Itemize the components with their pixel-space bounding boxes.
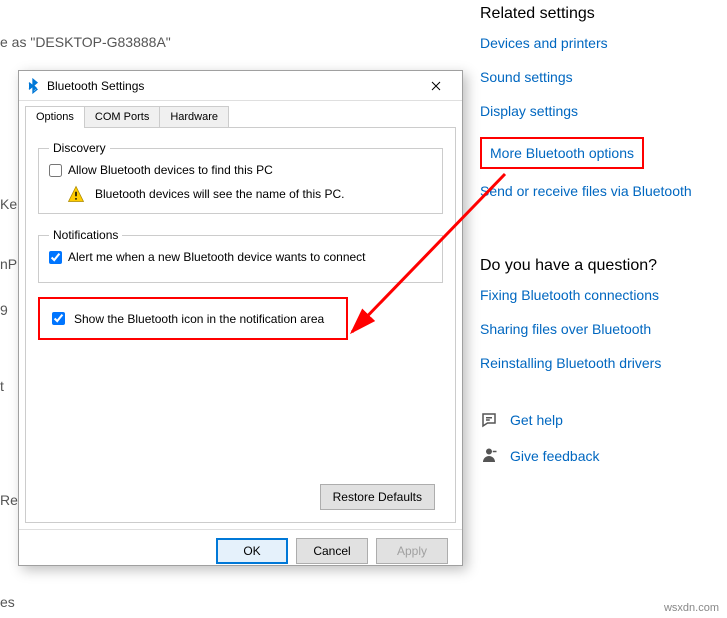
notifications-alert-label: Alert me when a new Bluetooth device wan… xyxy=(68,250,366,264)
bg-frag-es: es xyxy=(0,594,15,610)
get-help-label: Get help xyxy=(510,412,563,428)
discovery-info-text: Bluetooth devices will see the name of t… xyxy=(95,187,344,201)
settings-sidebar: Related settings Devices and printers So… xyxy=(480,5,720,483)
chat-icon xyxy=(480,411,498,429)
notifications-alert-checkbox[interactable] xyxy=(49,251,62,264)
tab-body-options: Discovery Allow Bluetooth devices to fin… xyxy=(25,127,456,523)
link-sharing-files-bluetooth[interactable]: Sharing files over Bluetooth xyxy=(480,321,720,337)
get-help-row[interactable]: Get help xyxy=(480,411,720,429)
tab-hardware[interactable]: Hardware xyxy=(159,106,229,127)
cancel-button[interactable]: Cancel xyxy=(296,538,368,564)
tabs: Options COM Ports Hardware xyxy=(25,106,456,128)
bg-frag-t: t xyxy=(0,378,4,394)
ok-button[interactable]: OK xyxy=(216,538,288,564)
question-heading: Do you have a question? xyxy=(480,257,720,275)
restore-defaults-button[interactable]: Restore Defaults xyxy=(320,484,435,510)
bluetooth-icon xyxy=(25,78,41,94)
dialog-buttons: OK Cancel Apply xyxy=(19,529,462,572)
tab-com-ports[interactable]: COM Ports xyxy=(84,106,160,127)
discovery-legend: Discovery xyxy=(49,141,110,155)
link-reinstalling-drivers[interactable]: Reinstalling Bluetooth drivers xyxy=(480,355,720,371)
link-devices-printers[interactable]: Devices and printers xyxy=(480,35,720,51)
apply-button[interactable]: Apply xyxy=(376,538,448,564)
watermark: wsxdn.com xyxy=(664,602,719,614)
notifications-alert-row[interactable]: Alert me when a new Bluetooth device wan… xyxy=(49,250,432,264)
discovery-allow-checkbox[interactable] xyxy=(49,164,62,177)
related-settings-heading: Related settings xyxy=(480,5,720,23)
link-send-receive-bluetooth[interactable]: Send or receive files via Bluetooth xyxy=(480,183,720,199)
give-feedback-row[interactable]: Give feedback xyxy=(480,447,720,465)
close-button[interactable] xyxy=(416,72,456,100)
dialog-title: Bluetooth Settings xyxy=(47,79,416,93)
bg-frag-re: Re xyxy=(0,492,18,508)
notifications-legend: Notifications xyxy=(49,228,122,242)
discovery-allow-row[interactable]: Allow Bluetooth devices to find this PC xyxy=(49,163,432,177)
bg-frag-ke: Ke xyxy=(0,196,17,212)
link-sound-settings[interactable]: Sound settings xyxy=(480,69,720,85)
bg-frag-zero: 9 xyxy=(0,302,8,318)
tab-options[interactable]: Options xyxy=(25,106,85,127)
show-tray-icon-row[interactable]: Show the Bluetooth icon in the notificat… xyxy=(38,297,348,340)
bg-frag-np: nP xyxy=(0,256,17,272)
discovery-allow-label: Allow Bluetooth devices to find this PC xyxy=(68,163,273,177)
give-feedback-label: Give feedback xyxy=(510,448,600,464)
bg-desktop-name: e as "DESKTOP-G83888A" xyxy=(0,34,171,50)
link-fixing-bluetooth[interactable]: Fixing Bluetooth connections xyxy=(480,287,720,303)
notifications-group: Notifications Alert me when a new Blueto… xyxy=(38,228,443,283)
bluetooth-settings-dialog: Bluetooth Settings Options COM Ports Har… xyxy=(18,70,463,566)
link-more-bluetooth-options[interactable]: More Bluetooth options xyxy=(480,137,644,169)
link-display-settings[interactable]: Display settings xyxy=(480,103,720,119)
dialog-titlebar[interactable]: Bluetooth Settings xyxy=(19,71,462,101)
close-icon xyxy=(431,81,441,91)
feedback-icon xyxy=(480,447,498,465)
warning-icon xyxy=(67,185,85,203)
discovery-info-row: Bluetooth devices will see the name of t… xyxy=(67,185,432,203)
show-tray-icon-label: Show the Bluetooth icon in the notificat… xyxy=(74,312,324,326)
discovery-group: Discovery Allow Bluetooth devices to fin… xyxy=(38,141,443,214)
show-tray-icon-checkbox[interactable] xyxy=(52,312,65,325)
